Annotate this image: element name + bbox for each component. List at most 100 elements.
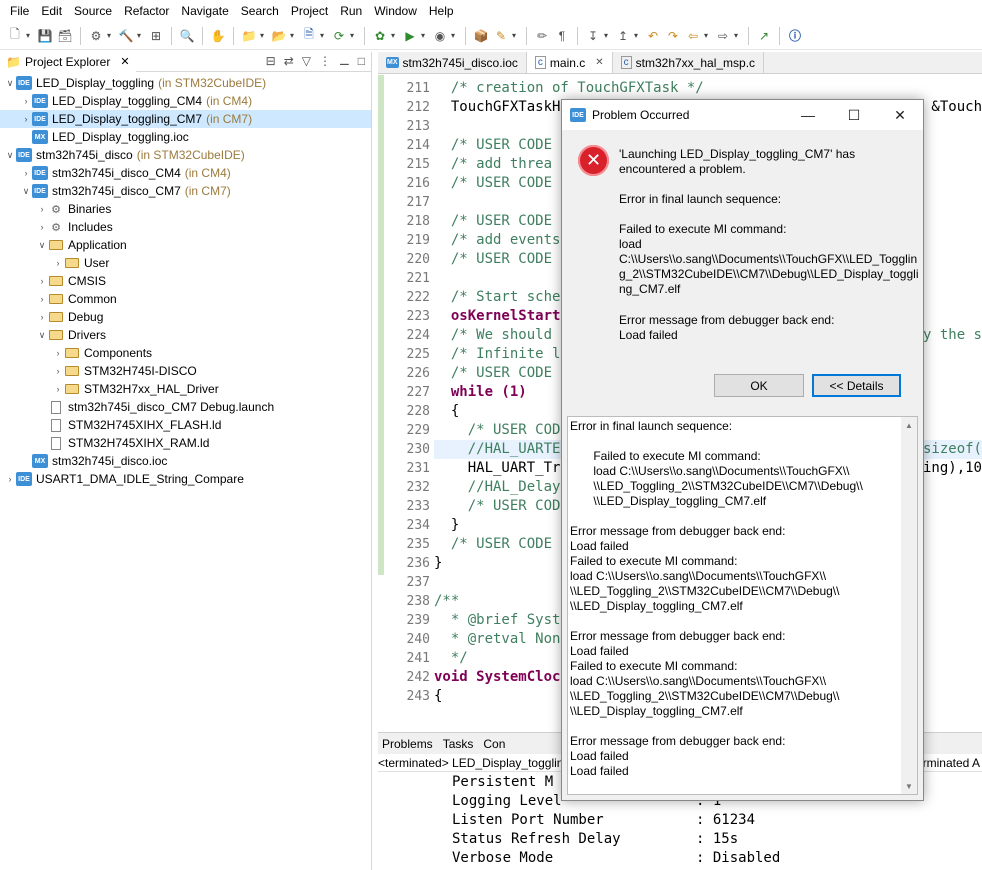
tree-item[interactable]: › CMSIS xyxy=(0,272,371,290)
refresh-dropdown-icon[interactable]: ▾ xyxy=(350,31,358,40)
chevron-right-icon[interactable]: › xyxy=(36,312,48,322)
maximize-icon[interactable]: □ xyxy=(358,54,365,68)
filter-icon[interactable]: ▽ xyxy=(302,54,311,68)
new-project-icon[interactable]: 📁 xyxy=(240,27,258,45)
tree-item[interactable]: › IDE LED_Display_toggling_CM7 (in CM7) xyxy=(0,110,371,128)
tree-item[interactable]: › User xyxy=(0,254,371,272)
tree-item[interactable]: › Components xyxy=(0,344,371,362)
forward-edit-icon[interactable]: ↷ xyxy=(664,27,682,45)
external-tools-icon[interactable]: ◉ xyxy=(431,27,449,45)
tree-item[interactable]: › STM32H745I-DISCO xyxy=(0,362,371,380)
menu-help[interactable]: Help xyxy=(423,4,460,18)
chevron-right-icon[interactable]: › xyxy=(36,222,48,232)
chevron-down-icon[interactable]: ∨ xyxy=(36,330,48,341)
info-icon[interactable]: ⓘ xyxy=(786,27,804,45)
build-hammer-icon[interactable]: 🔨 xyxy=(117,27,135,45)
debug-dropdown-icon[interactable]: ▾ xyxy=(391,31,399,40)
new-project-dropdown-icon[interactable]: ▾ xyxy=(260,31,268,40)
console-tab[interactable]: Problems xyxy=(382,737,433,751)
chevron-right-icon[interactable]: › xyxy=(52,348,64,358)
last-edit-icon[interactable]: ↶ xyxy=(644,27,662,45)
run-dropdown-icon[interactable]: ▾ xyxy=(421,31,429,40)
console-tab[interactable]: Tasks xyxy=(443,737,474,751)
prev-annotation-icon[interactable]: ↥ xyxy=(614,27,632,45)
tree-item[interactable]: ∨ IDE LED_Display_toggling (in STM32CubeIDE… xyxy=(0,74,371,92)
next-annotation-dropdown-icon[interactable]: ▾ xyxy=(604,31,612,40)
chevron-right-icon[interactable]: › xyxy=(52,384,64,394)
console-tab[interactable]: Con xyxy=(483,737,505,751)
menu-source[interactable]: Source xyxy=(68,4,118,18)
minimize-icon[interactable]: ⚊ xyxy=(339,54,350,68)
forward-icon[interactable]: ⇨ xyxy=(714,27,732,45)
new-file-dropdown-icon[interactable]: ▾ xyxy=(320,31,328,40)
menu-window[interactable]: Window xyxy=(368,4,423,18)
save-icon[interactable]: 💾 xyxy=(36,27,54,45)
chevron-right-icon[interactable]: › xyxy=(52,258,64,268)
link-editor-icon[interactable]: ⇄ xyxy=(284,54,294,68)
details-button[interactable]: << Details xyxy=(812,374,901,397)
chevron-right-icon[interactable]: › xyxy=(36,204,48,214)
tree-item[interactable]: › ⚙ Binaries xyxy=(0,200,371,218)
open-perspective-icon[interactable]: ↗ xyxy=(755,27,773,45)
tree-item[interactable]: › Common xyxy=(0,290,371,308)
new-file-icon[interactable]: 🗎 xyxy=(300,27,318,45)
tree-item[interactable]: STM32H745XIHX_FLASH.ld xyxy=(0,416,371,434)
open-folder-dropdown-icon[interactable]: ▾ xyxy=(290,31,298,40)
settings-dropdown-icon[interactable]: ▾ xyxy=(107,31,115,40)
details-panel[interactable]: Error in final launch sequence: Failed t… xyxy=(567,416,918,795)
new-icon[interactable]: 🗋 xyxy=(6,27,24,45)
close-icon[interactable]: ✕ xyxy=(120,55,129,68)
minimize-icon[interactable]: — xyxy=(785,100,831,130)
menu-run[interactable]: Run xyxy=(334,4,368,18)
settings-icon[interactable]: ⚙ xyxy=(87,27,105,45)
details-scrollbar[interactable]: ▲ ▼ xyxy=(901,417,917,794)
menu-navigate[interactable]: Navigate xyxy=(175,4,234,18)
pen-icon[interactable]: ✎ xyxy=(492,27,510,45)
tree-item[interactable]: › STM32H7xx_HAL_Driver xyxy=(0,380,371,398)
menu-project[interactable]: Project xyxy=(285,4,334,18)
tree-item[interactable]: › ⚙ Includes xyxy=(0,218,371,236)
chevron-right-icon[interactable]: › xyxy=(20,114,32,124)
build-dropdown-icon[interactable]: ▾ xyxy=(137,31,145,40)
tab-project-explorer[interactable]: 📁 Project Explorer ✕ xyxy=(0,51,136,72)
tree-item[interactable]: › IDE stm32h745i_disco_CM4 (in CM4) xyxy=(0,164,371,182)
chevron-right-icon[interactable]: › xyxy=(36,276,48,286)
tree-item[interactable]: ∨ IDE stm32h745i_disco (in STM32CubeIDE) xyxy=(0,146,371,164)
next-annotation-icon[interactable]: ↧ xyxy=(584,27,602,45)
edit-icon[interactable]: ✏ xyxy=(533,27,551,45)
new-dropdown-icon[interactable]: ▾ xyxy=(26,31,34,40)
pen-dropdown-icon[interactable]: ▾ xyxy=(512,31,520,40)
scroll-up-icon[interactable]: ▲ xyxy=(901,417,917,433)
editor-tab[interactable]: c stm32h7xx_hal_msp.c xyxy=(613,52,765,73)
chevron-right-icon[interactable]: › xyxy=(20,96,32,106)
prev-annotation-dropdown-icon[interactable]: ▾ xyxy=(634,31,642,40)
open-type-icon[interactable]: 📦 xyxy=(472,27,490,45)
tree-item[interactable]: STM32H745XIHX_RAM.ld xyxy=(0,434,371,452)
scroll-down-icon[interactable]: ▼ xyxy=(901,778,917,794)
tree-item[interactable]: MX stm32h745i_disco.ioc xyxy=(0,452,371,470)
chevron-right-icon[interactable]: › xyxy=(52,366,64,376)
tree-item[interactable]: › IDE USART1_DMA_IDLE_String_Compare xyxy=(0,470,371,488)
chevron-down-icon[interactable]: ∨ xyxy=(20,186,32,197)
back-icon[interactable]: ⇦ xyxy=(684,27,702,45)
collapse-all-icon[interactable]: ⊟ xyxy=(266,54,276,68)
view-menu-icon[interactable]: ⋮ xyxy=(319,54,331,68)
menu-file[interactable]: File xyxy=(4,4,35,18)
tree-item[interactable]: ∨ Drivers xyxy=(0,326,371,344)
chevron-right-icon[interactable]: › xyxy=(20,168,32,178)
refresh-icon[interactable]: ⟳ xyxy=(330,27,348,45)
maximize-icon[interactable]: ☐ xyxy=(831,100,877,130)
chevron-right-icon[interactable]: › xyxy=(4,474,16,484)
run-icon[interactable]: ▶ xyxy=(401,27,419,45)
tree-item[interactable]: › Debug xyxy=(0,308,371,326)
editor-tab[interactable]: MX stm32h745i_disco.ioc xyxy=(378,52,527,73)
save-all-icon[interactable]: 🗃 xyxy=(56,27,74,45)
chevron-down-icon[interactable]: ∨ xyxy=(4,78,16,89)
close-icon[interactable]: ✕ xyxy=(877,100,923,130)
hand-icon[interactable]: ✋ xyxy=(209,27,227,45)
tree-item[interactable]: stm32h745i_disco_CM7 Debug.launch xyxy=(0,398,371,416)
chevron-right-icon[interactable]: › xyxy=(36,294,48,304)
tree-item[interactable]: › IDE LED_Display_toggling_CM4 (in CM4) xyxy=(0,92,371,110)
debug-bug-icon[interactable]: ✿ xyxy=(371,27,389,45)
forward-dropdown-icon[interactable]: ▾ xyxy=(734,31,742,40)
